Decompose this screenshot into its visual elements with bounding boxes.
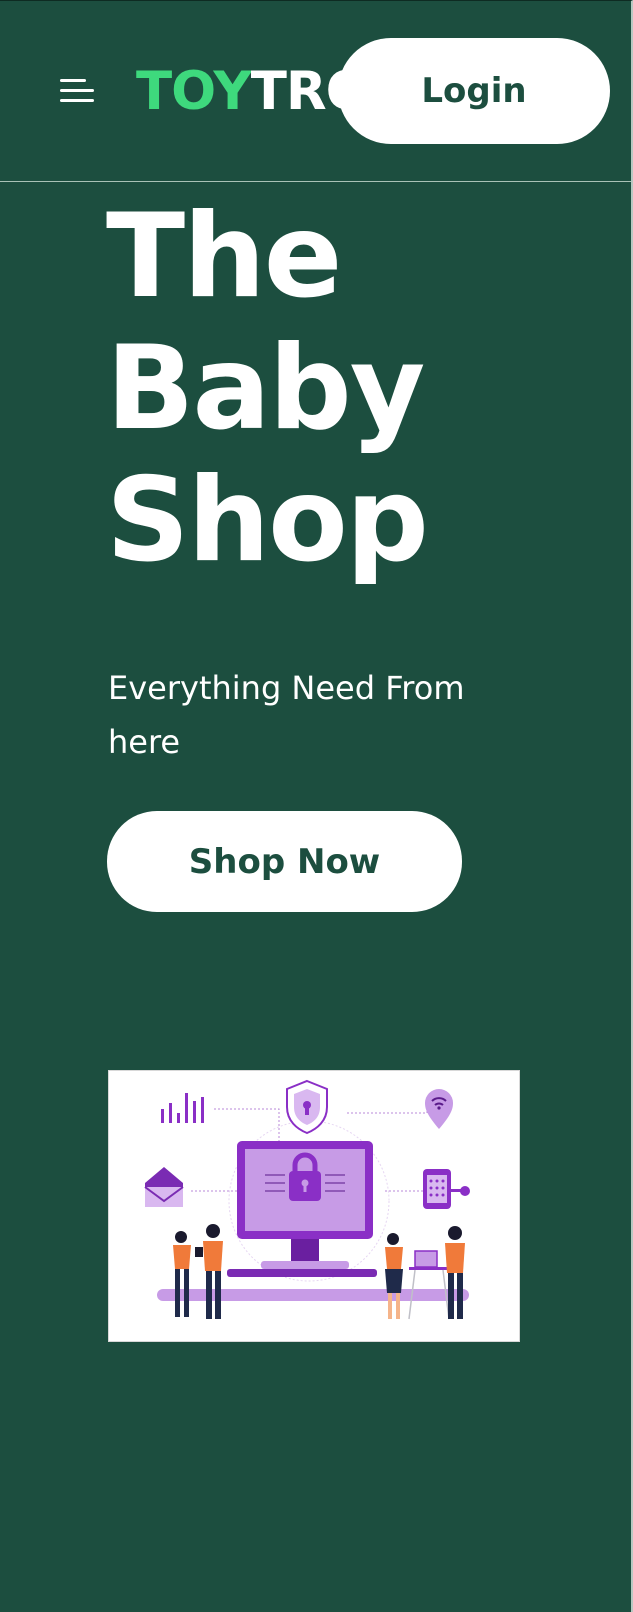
brand-logo[interactable]: TOYTRO	[136, 61, 371, 122]
shield-icon	[286, 1079, 328, 1135]
hero-title: The Baby Shop	[106, 189, 429, 588]
top-nav: TOYTRO Login	[0, 1, 631, 182]
hero-title-line: The	[106, 189, 342, 324]
bar-chart-icon	[161, 1093, 204, 1123]
page: TOYTRO Login The Baby Shop Everything Ne…	[0, 0, 633, 1612]
logo-part-accent: TOY	[136, 61, 252, 122]
hero-subtitle: Everything Need From here	[108, 669, 465, 761]
login-button[interactable]: Login	[338, 38, 610, 144]
hero-title-line: Shop	[106, 453, 429, 588]
hero-illustration	[108, 1070, 520, 1342]
hero-title-line: Baby	[106, 321, 425, 456]
envelope-icon	[144, 1167, 184, 1207]
hamburger-menu-icon[interactable]	[60, 77, 94, 105]
location-wifi-icon	[425, 1089, 453, 1129]
shop-now-button[interactable]: Shop Now	[107, 811, 462, 912]
smartphone-key-icon	[423, 1169, 470, 1209]
padlock-icon	[227, 1141, 377, 1277]
